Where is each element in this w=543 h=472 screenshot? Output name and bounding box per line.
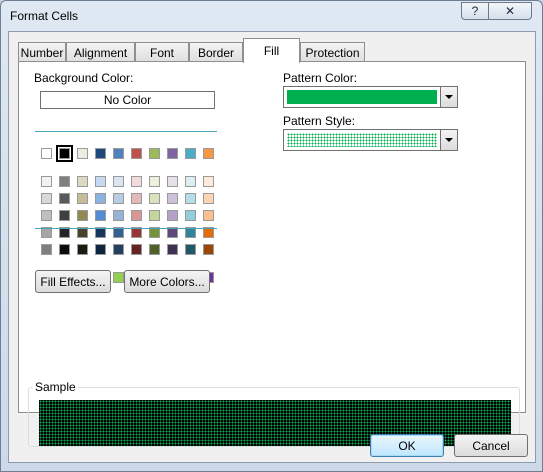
- color-swatch[interactable]: [185, 176, 196, 187]
- color-swatch[interactable]: [167, 148, 178, 159]
- color-swatch[interactable]: [203, 210, 214, 221]
- color-swatch[interactable]: [77, 193, 88, 204]
- format-cells-dialog: Format Cells ? ✕ Number Alignment Font B…: [0, 0, 543, 472]
- color-swatch[interactable]: [41, 244, 52, 255]
- color-swatch[interactable]: [113, 176, 124, 187]
- chevron-down-icon: [445, 138, 453, 142]
- tab-font[interactable]: Font: [135, 42, 189, 62]
- color-swatch[interactable]: [41, 210, 52, 221]
- color-swatch[interactable]: [203, 176, 214, 187]
- color-swatch[interactable]: [167, 210, 178, 221]
- tab-fill[interactable]: Fill: [243, 38, 300, 63]
- close-icon: ✕: [504, 4, 516, 18]
- color-swatch[interactable]: [131, 176, 142, 187]
- pattern-color-label: Pattern Color:: [283, 71, 358, 85]
- cancel-button[interactable]: Cancel: [454, 434, 528, 457]
- color-swatch[interactable]: [167, 244, 178, 255]
- dialog-body: Number Alignment Font Border Fill Protec…: [8, 31, 536, 463]
- color-swatch[interactable]: [203, 193, 214, 204]
- color-swatch[interactable]: [41, 148, 52, 159]
- tab-border[interactable]: Border: [189, 42, 243, 62]
- pattern-style-label: Pattern Style:: [283, 114, 356, 128]
- close-button[interactable]: ✕: [489, 2, 532, 20]
- sample-label: Sample: [33, 380, 78, 394]
- palette-divider: [35, 228, 217, 229]
- color-swatch[interactable]: [131, 148, 142, 159]
- color-swatch[interactable]: [131, 244, 142, 255]
- color-swatch[interactable]: [41, 176, 52, 187]
- color-swatch[interactable]: [113, 272, 124, 283]
- color-swatch[interactable]: [95, 210, 106, 221]
- color-swatch[interactable]: [95, 244, 106, 255]
- dropdown-arrow-button[interactable]: [440, 130, 457, 150]
- color-swatch[interactable]: [113, 244, 124, 255]
- color-swatch[interactable]: [149, 176, 160, 187]
- dropdown-arrow-button[interactable]: [440, 87, 457, 107]
- color-swatch[interactable]: [59, 244, 70, 255]
- more-colors-button[interactable]: More Colors...: [124, 270, 210, 293]
- ok-button[interactable]: OK: [370, 434, 444, 457]
- color-swatch[interactable]: [149, 244, 160, 255]
- chevron-down-icon: [445, 95, 453, 99]
- color-swatch[interactable]: [185, 244, 196, 255]
- fill-effects-button[interactable]: Fill Effects...: [35, 270, 111, 293]
- color-swatch[interactable]: [185, 210, 196, 221]
- pattern-style-dropdown[interactable]: [283, 129, 458, 151]
- title-bar[interactable]: Format Cells ? ✕: [1, 1, 542, 31]
- no-color-button[interactable]: No Color: [40, 91, 215, 109]
- color-swatch[interactable]: [77, 176, 88, 187]
- color-swatch[interactable]: [113, 193, 124, 204]
- color-swatch[interactable]: [95, 193, 106, 204]
- tab-protection[interactable]: Protection: [300, 42, 365, 62]
- color-swatch[interactable]: [167, 193, 178, 204]
- color-swatch[interactable]: [113, 148, 124, 159]
- help-icon: ?: [471, 4, 479, 18]
- color-swatch[interactable]: [185, 193, 196, 204]
- color-swatch[interactable]: [203, 244, 214, 255]
- color-swatch[interactable]: [203, 148, 214, 159]
- color-swatch[interactable]: [149, 148, 160, 159]
- color-swatch[interactable]: [131, 193, 142, 204]
- color-swatch[interactable]: [167, 176, 178, 187]
- color-swatch[interactable]: [131, 210, 142, 221]
- color-swatch[interactable]: [56, 145, 73, 162]
- color-swatch[interactable]: [185, 148, 196, 159]
- pattern-style-preview: [287, 133, 437, 147]
- color-swatch[interactable]: [77, 244, 88, 255]
- color-swatch[interactable]: [149, 210, 160, 221]
- color-swatch[interactable]: [59, 176, 70, 187]
- color-swatch[interactable]: [149, 193, 160, 204]
- fill-tab-panel: Background Color: No Color Fill Effects.…: [18, 61, 526, 447]
- color-swatch[interactable]: [77, 148, 88, 159]
- color-swatch[interactable]: [77, 210, 88, 221]
- tab-number[interactable]: Number: [18, 42, 66, 62]
- color-swatch[interactable]: [95, 176, 106, 187]
- tab-alignment[interactable]: Alignment: [66, 42, 135, 62]
- palette-divider: [35, 131, 217, 132]
- color-swatch[interactable]: [59, 210, 70, 221]
- sample-group: Sample: [28, 380, 520, 447]
- color-swatch[interactable]: [59, 193, 70, 204]
- pattern-color-swatch: [287, 90, 437, 104]
- help-button[interactable]: ?: [461, 2, 489, 20]
- color-swatch[interactable]: [113, 210, 124, 221]
- pattern-color-dropdown[interactable]: [283, 86, 458, 108]
- color-swatch[interactable]: [41, 193, 52, 204]
- color-swatch[interactable]: [95, 148, 106, 159]
- background-color-label: Background Color:: [34, 71, 134, 85]
- dialog-title: Format Cells: [10, 9, 79, 23]
